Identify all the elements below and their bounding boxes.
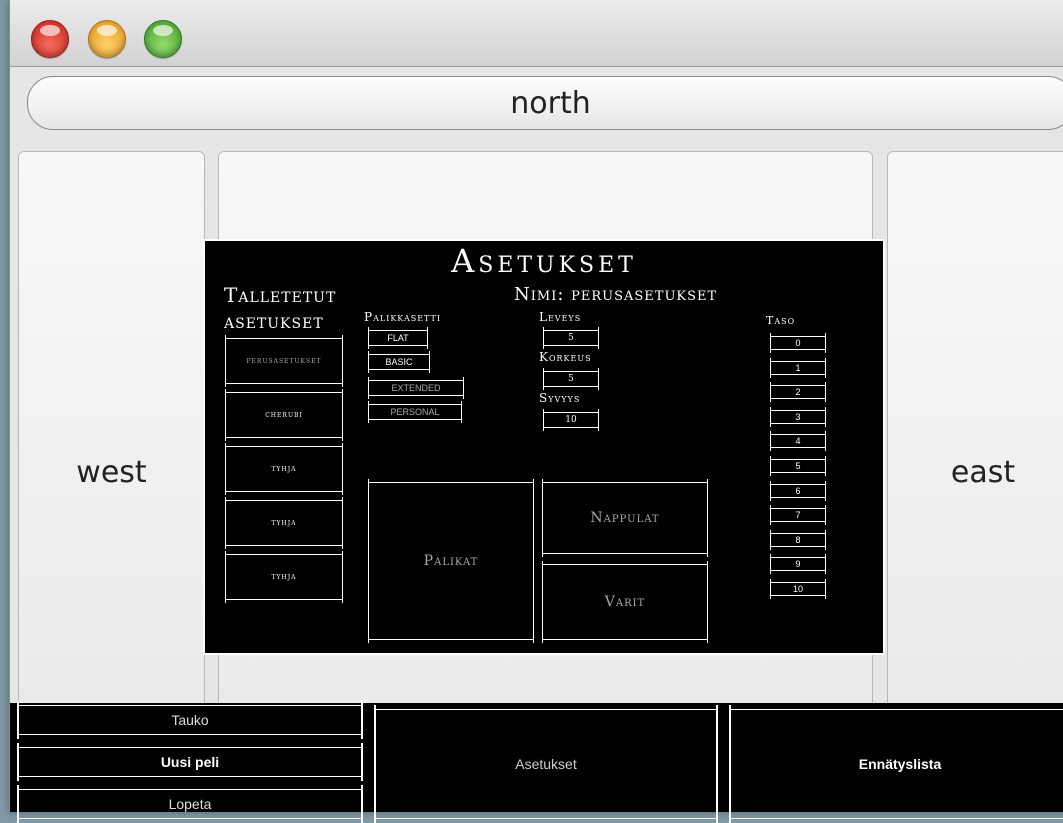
height-input[interactable]: 5 [543, 368, 599, 390]
minimize-window-button[interactable] [88, 20, 126, 58]
block-set-flat[interactable]: FLAT [368, 327, 428, 349]
saved-heading-line-2: asetukset [224, 309, 324, 333]
blocks-button[interactable]: Palikat [368, 479, 534, 643]
block-set-basic[interactable]: BASIC [368, 351, 430, 373]
level-option-2[interactable]: 2 [770, 382, 826, 403]
highscores-button[interactable]: Ennätyslista [729, 705, 1063, 823]
title-bar [10, 0, 1063, 67]
block-set-extended[interactable]: EXTENDED [368, 377, 464, 399]
saved-slot-5[interactable]: tyhja [225, 551, 343, 603]
depth-label: Syvyys [539, 391, 581, 405]
level-option-6[interactable]: 6 [770, 480, 826, 501]
level-option-8[interactable]: 8 [770, 529, 826, 550]
pause-button[interactable]: Tauko [17, 701, 363, 739]
saved-settings-heading: Talletetut asetukset [224, 282, 336, 334]
level-option-0[interactable]: 0 [770, 333, 826, 353]
quit-button[interactable]: Lopeta [17, 785, 363, 823]
close-window-button[interactable] [31, 20, 69, 58]
name-label: Nimi: perusasetukset [514, 284, 718, 305]
east-panel: east [887, 151, 1063, 793]
north-panel: north [27, 76, 1063, 130]
app-window: north west east Asetukset Talletetut ase… [9, 0, 1063, 823]
west-panel: west [18, 151, 205, 793]
saved-slot-3[interactable]: tyhja [225, 443, 343, 495]
height-label: Korkeus [539, 350, 592, 364]
saved-slot-4[interactable]: tyhja [225, 497, 343, 549]
colors-button[interactable]: Varit [542, 561, 708, 643]
level-option-1[interactable]: 1 [770, 357, 826, 378]
level-option-9[interactable]: 9 [770, 554, 826, 575]
level-option-3[interactable]: 3 [770, 406, 826, 427]
settings-button[interactable]: Asetukset [374, 705, 718, 823]
saved-slot-2[interactable]: cherubi [225, 389, 343, 441]
pieces-button[interactable]: Nappulat [542, 479, 708, 557]
zoom-window-button[interactable] [144, 20, 182, 58]
block-set-label: Palikkasetti [364, 310, 442, 324]
level-option-4[interactable]: 4 [770, 431, 826, 452]
level-option-10[interactable]: 10 [770, 579, 826, 599]
saved-heading-line-1: Talletetut [224, 283, 337, 307]
level-option-5[interactable]: 5 [770, 456, 826, 476]
level-option-7[interactable]: 7 [770, 505, 826, 526]
dialog-title: Asetukset [451, 242, 637, 280]
bottom-bar: Tauko Uusi peli Lopeta Asetukset Ennätys… [10, 701, 1063, 823]
width-input[interactable]: 5 [543, 327, 599, 349]
depth-input[interactable]: 10 [543, 409, 599, 431]
settings-dialog: Asetukset Talletetut asetukset Nimi: per… [203, 239, 885, 655]
level-label: Taso [766, 314, 796, 327]
saved-slot-1[interactable]: perusasetukset [225, 335, 343, 387]
block-set-personal[interactable]: PERSONAL [368, 401, 462, 423]
new-game-button[interactable]: Uusi peli [17, 743, 363, 781]
width-label: Leveys [539, 310, 582, 324]
